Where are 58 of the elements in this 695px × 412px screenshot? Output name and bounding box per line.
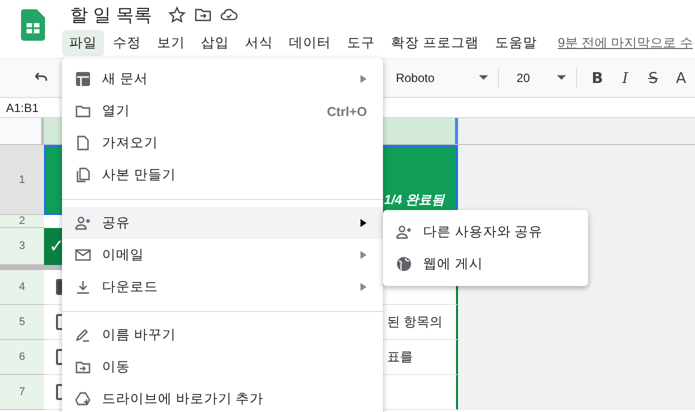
strikethrough-button[interactable]: S (639, 67, 668, 89)
menu-item[interactable]: 도움말 (488, 30, 544, 56)
checkmark-text: ✓ (49, 236, 64, 257)
menu-option[interactable]: 다른 사용자와 공유 (383, 216, 588, 248)
task-text: 된 항목의 (387, 313, 443, 331)
name-box[interactable]: A1:B1 (0, 100, 39, 114)
row-number[interactable]: 2 (0, 215, 44, 228)
document-icon (75, 135, 91, 151)
download-icon (75, 279, 91, 295)
pencil-icon (75, 327, 91, 343)
menu-option[interactable]: 열기 Ctrl+O (62, 95, 383, 127)
menu-option[interactable]: 사본 만들기 (62, 159, 383, 191)
menu-option[interactable]: 다운로드 (62, 271, 383, 303)
row-number[interactable]: 3 (0, 228, 44, 265)
menu-option[interactable]: 이메일 (62, 239, 383, 271)
row-number[interactable]: 5 (0, 305, 44, 340)
menu-item[interactable]: 확장 프로그램 (384, 30, 486, 56)
font-dropdown[interactable]: Roboto (392, 67, 492, 89)
drive-add-icon (75, 391, 91, 407)
italic-button[interactable]: I (611, 67, 640, 89)
row-number[interactable]: 1 (0, 145, 44, 215)
row-number[interactable]: 6 (0, 340, 44, 375)
folder-move-icon[interactable] (194, 6, 212, 24)
last-edit-link[interactable]: 9분 전에 마지막으로 수 (558, 34, 693, 52)
person-add-icon (396, 224, 412, 240)
menu-item[interactable]: 삽입 (194, 30, 236, 56)
document-title[interactable]: 할 일 목록 (70, 3, 152, 27)
menu-option[interactable]: 공유 (62, 207, 383, 239)
text-color-button[interactable]: A (667, 67, 695, 89)
row-number[interactable]: 7 (0, 375, 44, 410)
person-add-icon (75, 215, 91, 231)
bold-button[interactable]: B (583, 67, 612, 89)
menu-item[interactable]: 보기 (150, 30, 192, 56)
menu-option[interactable]: 가져오기 (62, 127, 383, 159)
task-text: 표를 (387, 348, 413, 366)
globe-icon (396, 256, 412, 272)
sheets-logo-icon[interactable] (21, 9, 45, 41)
menu-option[interactable]: 이동 (62, 351, 383, 383)
menu-option[interactable]: 이름 바꾸기 (62, 319, 383, 351)
menu-option[interactable]: 웹에 게시 (383, 248, 588, 280)
caret-icon (478, 75, 488, 81)
menu-item[interactable]: 서식 (238, 30, 280, 56)
menu-item[interactable]: 도구 (340, 30, 382, 56)
folder-arrow-icon (75, 359, 91, 375)
envelope-icon (75, 247, 91, 263)
menu-item[interactable]: 데이터 (282, 30, 338, 56)
menu-option[interactable]: 드라이브에 바로가기 추가 (62, 383, 383, 412)
copy-icon (75, 167, 91, 183)
font-size-dropdown[interactable]: 20 (512, 67, 570, 89)
caret-icon (557, 75, 566, 81)
menu-option[interactable]: 새 문서 (62, 63, 383, 95)
progress-text: 1/4 완료됨 (384, 191, 445, 209)
star-icon[interactable] (168, 6, 186, 24)
menu-item[interactable]: 수정 (106, 30, 148, 56)
row-number[interactable]: 4 (0, 270, 44, 305)
menu-item[interactable]: 파일 (62, 30, 104, 56)
folder-icon (75, 103, 91, 119)
shortcut-text: Ctrl+O (326, 104, 367, 118)
